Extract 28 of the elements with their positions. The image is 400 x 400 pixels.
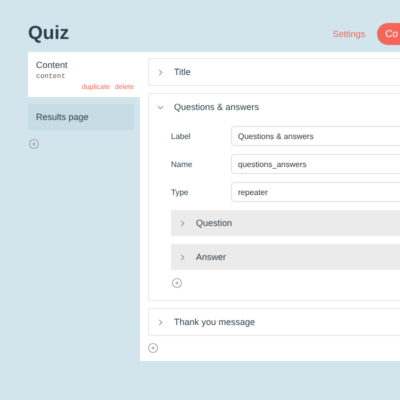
chevron-right-icon — [157, 68, 164, 76]
field-label: Name — [171, 160, 194, 168]
row-title: Answer — [196, 252, 226, 262]
add-icon[interactable] — [29, 139, 39, 149]
item-label: Results page — [36, 112, 90, 122]
add-icon[interactable] — [172, 278, 182, 288]
section-title: Questions & answers — [174, 102, 260, 112]
repeater-row[interactable]: Question — [171, 210, 400, 236]
chevron-right-icon — [179, 220, 186, 226]
section-header[interactable]: Thank you message — [149, 309, 400, 335]
input-field[interactable]: questions_answers — [231, 154, 400, 174]
section-title: Title — [174, 67, 191, 77]
chevron-right-icon — [157, 318, 164, 326]
chevron-right-icon — [179, 254, 186, 260]
input-field[interactable]: repeater — [231, 182, 400, 202]
section-title: Thank you message — [174, 317, 256, 327]
field-label: Label — [171, 132, 192, 140]
chevron-down-icon — [157, 104, 164, 110]
page-title: Quiz — [28, 23, 70, 45]
input-field[interactable]: Questions & answers — [231, 126, 400, 146]
sidebar-item[interactable]: Results page — [28, 104, 134, 130]
field-label: Type — [171, 188, 190, 196]
section-header[interactable]: Title — [149, 59, 400, 85]
section-header[interactable]: Questions & answers — [149, 94, 400, 120]
item-label: Content — [36, 60, 69, 70]
repeater-row[interactable]: Answer — [171, 244, 400, 270]
row-title: Question — [196, 218, 232, 228]
add-icon[interactable] — [148, 343, 158, 353]
